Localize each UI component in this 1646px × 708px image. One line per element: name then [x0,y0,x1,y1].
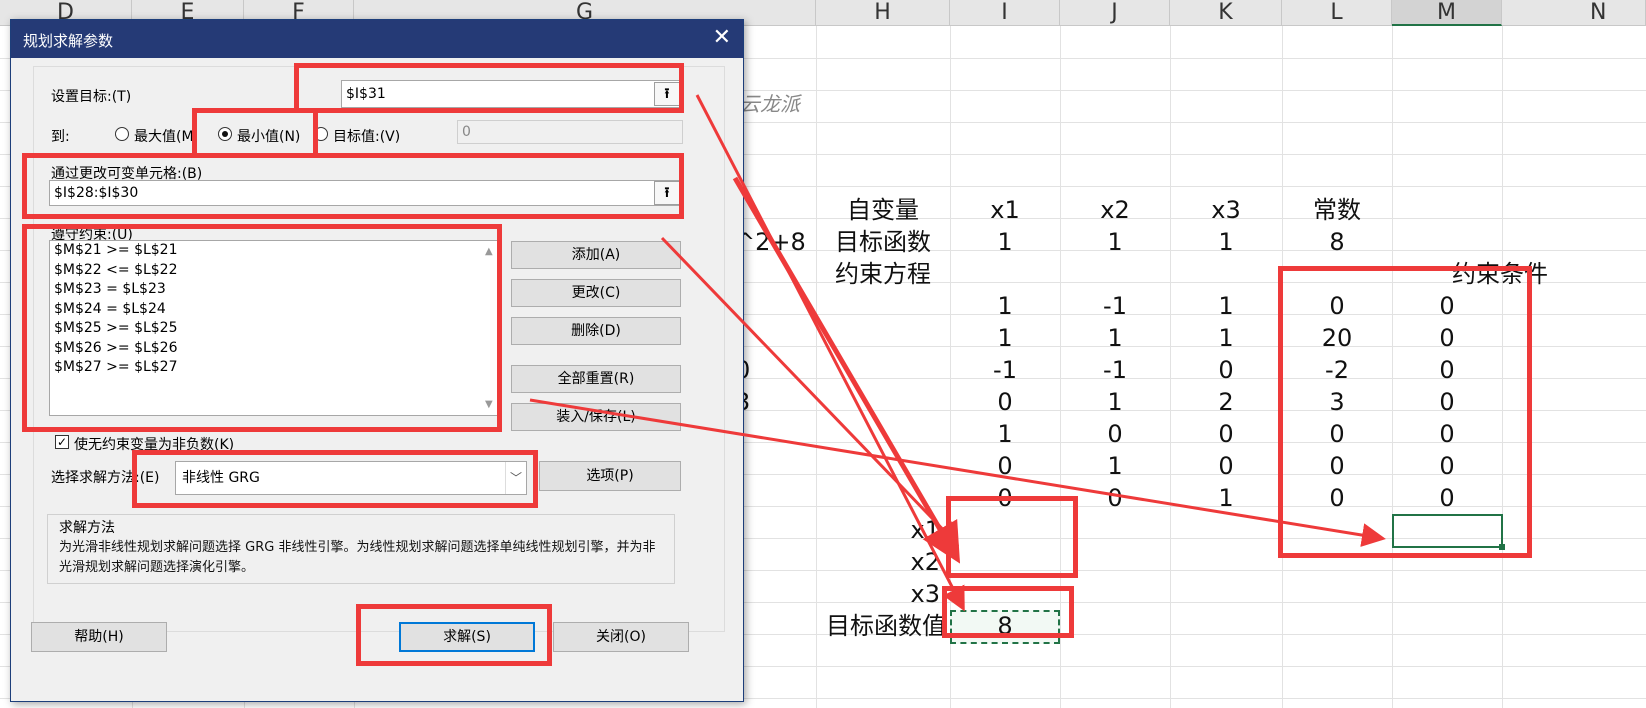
arrow-changing-to-variables-2 [660,236,960,547]
arrow-constraints-to-cells [529,398,1386,547]
arrow-changing-to-variables [732,176,961,564]
arrow-target-to-objective [695,94,965,612]
annotation-arrows [529,94,1386,612]
